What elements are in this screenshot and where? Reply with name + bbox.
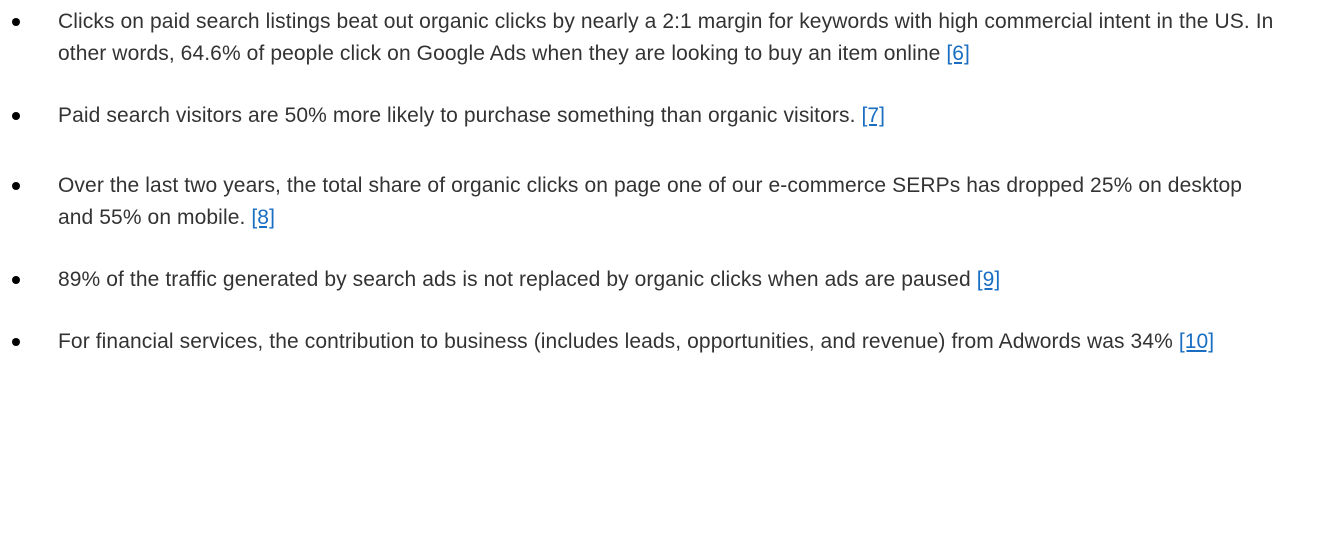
- bullet-icon: [12, 18, 20, 26]
- list-item-text: For financial services, the contribution…: [58, 330, 1179, 353]
- citation-link-7[interactable]: [7]: [861, 104, 885, 127]
- citation-link-10[interactable]: [10]: [1179, 330, 1214, 353]
- statistics-list: Clicks on paid search listings beat out …: [0, 6, 1320, 358]
- bullet-icon: [12, 338, 20, 346]
- list-item: Over the last two years, the total share…: [0, 170, 1320, 234]
- citation-link-6[interactable]: [6]: [946, 42, 970, 65]
- citation-link-8[interactable]: [8]: [251, 206, 275, 229]
- bullet-icon: [12, 112, 20, 120]
- list-item: Paid search visitors are 50% more likely…: [0, 100, 1320, 132]
- list-item-text: Paid search visitors are 50% more likely…: [58, 104, 862, 127]
- bullet-icon: [12, 276, 20, 284]
- bullet-icon: [12, 182, 20, 190]
- list-item-text: Over the last two years, the total share…: [58, 174, 1243, 229]
- document-page: Clicks on paid search listings beat out …: [0, 0, 1320, 539]
- citation-link-9[interactable]: [9]: [977, 268, 1001, 291]
- list-item: 89% of the traffic generated by search a…: [0, 264, 1320, 296]
- list-item: Clicks on paid search listings beat out …: [0, 6, 1320, 70]
- list-item-text: 89% of the traffic generated by search a…: [58, 268, 977, 291]
- list-item: For financial services, the contribution…: [0, 326, 1320, 358]
- list-item-text: Clicks on paid search listings beat out …: [58, 10, 1274, 65]
